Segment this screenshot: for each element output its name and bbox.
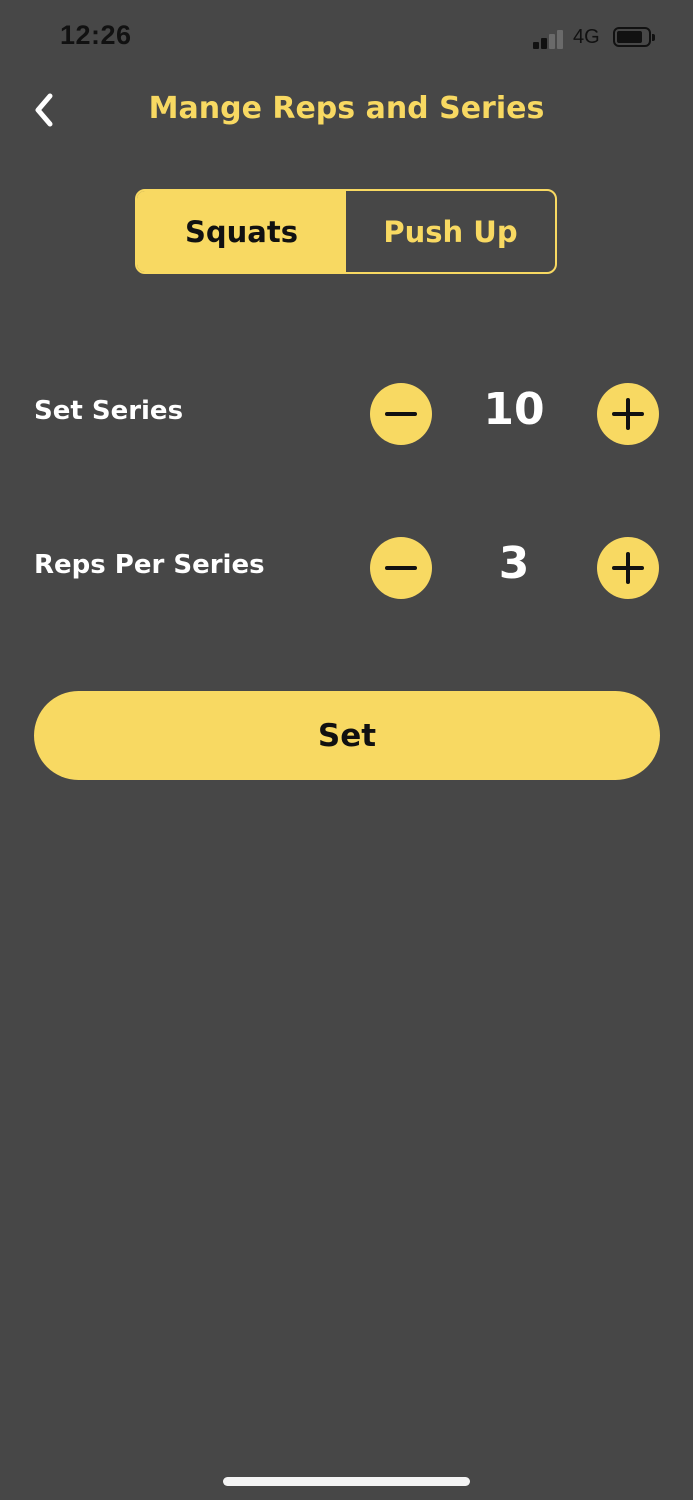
status-bar: 12:26 4G [0, 0, 693, 78]
set-button[interactable]: Set [34, 691, 660, 780]
set-series-label: Set Series [34, 396, 184, 426]
tab-push-up[interactable]: Push Up [346, 191, 555, 272]
series-increment-button[interactable] [597, 383, 659, 445]
reps-decrement-button[interactable] [370, 537, 432, 599]
minus-icon [385, 412, 417, 416]
chevron-left-icon [35, 93, 53, 127]
reps-value: 3 [498, 538, 530, 589]
page-title: Mange Reps and Series [148, 91, 545, 126]
battery-icon [613, 27, 655, 47]
reps-increment-button[interactable] [597, 537, 659, 599]
tab-squats[interactable]: Squats [137, 191, 346, 272]
status-time: 12:26 [60, 20, 132, 50]
back-button[interactable] [22, 86, 70, 134]
network-type: 4G [573, 26, 600, 48]
series-decrement-button[interactable] [370, 383, 432, 445]
reps-per-series-label: Reps Per Series [34, 550, 265, 580]
home-indicator [223, 1477, 470, 1486]
minus-icon [385, 566, 417, 570]
signal-icon [533, 27, 565, 49]
plus-icon [612, 552, 644, 584]
exercise-segmented-control: Squats Push Up [135, 189, 557, 274]
plus-icon [612, 398, 644, 430]
series-value: 10 [483, 384, 545, 435]
